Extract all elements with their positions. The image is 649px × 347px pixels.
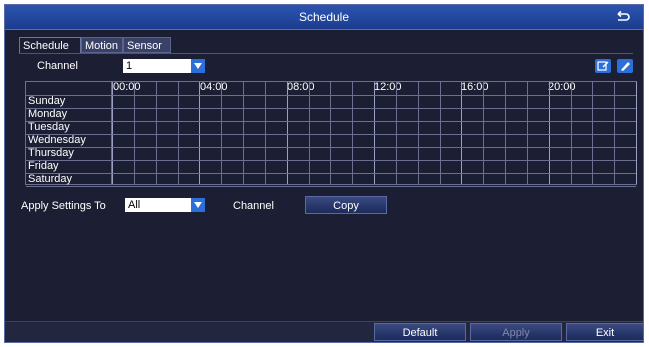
channel-select-value: 1 bbox=[126, 60, 133, 72]
grid-column-line bbox=[526, 82, 528, 184]
grid-row-line bbox=[26, 173, 636, 174]
day-label-tuesday: Tuesday bbox=[28, 121, 70, 133]
grid-row-line bbox=[26, 134, 636, 135]
day-label-wednesday: Wednesday bbox=[28, 134, 86, 146]
copy-button[interactable]: Copy bbox=[305, 196, 387, 214]
grid-row-line bbox=[26, 108, 636, 109]
day-label-friday: Friday bbox=[28, 160, 59, 172]
grid-column-line bbox=[483, 82, 485, 184]
grid-column-line bbox=[570, 82, 572, 184]
grid-column-line bbox=[112, 82, 113, 184]
grid-column-line bbox=[330, 82, 332, 184]
channel-label: Channel bbox=[37, 60, 78, 72]
grid-column-line bbox=[636, 82, 637, 184]
grid-row-line bbox=[26, 121, 636, 122]
apply-settings-value: All bbox=[128, 199, 141, 211]
copy-channel-label: Channel bbox=[233, 200, 274, 212]
grid-column-line bbox=[177, 82, 179, 184]
grid-column-line bbox=[417, 82, 419, 184]
apply-button[interactable]: Apply bbox=[470, 323, 562, 341]
day-label-monday: Monday bbox=[28, 108, 68, 120]
day-label-saturday: Saturday bbox=[28, 173, 73, 185]
grid-column-line bbox=[548, 82, 550, 184]
grid-row-line bbox=[26, 160, 636, 161]
schedule-grid[interactable]: 00:00 04:00 08:00 12:00 16:00 20:00 Sund… bbox=[25, 81, 637, 187]
grid-column-line bbox=[592, 82, 594, 184]
grid-column-line bbox=[308, 82, 310, 184]
window-title: Schedule bbox=[298, 10, 350, 24]
tab-sensor[interactable]: Sensor bbox=[123, 37, 171, 53]
grid-row-line bbox=[26, 186, 636, 187]
footer-bar: Default Apply Exit bbox=[5, 321, 643, 342]
chevron-down-icon bbox=[191, 59, 205, 73]
grid-column-line bbox=[439, 82, 441, 184]
schedule-cells[interactable] bbox=[112, 82, 637, 184]
grid-column-line bbox=[461, 82, 463, 184]
grid-column-line bbox=[395, 82, 397, 184]
tab-motion[interactable]: Motion bbox=[81, 37, 123, 53]
day-label-thursday: Thursday bbox=[28, 147, 74, 159]
grid-column-line bbox=[505, 82, 506, 184]
apply-settings-select[interactable]: All bbox=[125, 198, 205, 212]
grid-column-line bbox=[614, 82, 616, 184]
grid-column-line bbox=[286, 82, 288, 184]
grid-column-line bbox=[221, 82, 223, 184]
grid-column-line bbox=[243, 82, 244, 184]
grid-column-line bbox=[199, 82, 201, 184]
tab-schedule[interactable]: Schedule bbox=[19, 37, 81, 53]
title-bar: Schedule bbox=[5, 5, 643, 30]
grid-row-line bbox=[26, 95, 636, 96]
exit-button[interactable]: Exit bbox=[566, 323, 643, 341]
grid-column-line bbox=[133, 82, 135, 184]
default-button[interactable]: Default bbox=[374, 323, 466, 341]
eraser-icon[interactable] bbox=[617, 59, 633, 73]
edit-icon[interactable] bbox=[595, 59, 611, 73]
grid-column-line bbox=[352, 82, 354, 184]
chevron-down-icon bbox=[191, 198, 205, 212]
grid-column-line bbox=[264, 82, 266, 184]
schedule-window: Schedule Schedule Motion Sensor Channel … bbox=[4, 4, 644, 343]
grid-column-line bbox=[155, 82, 157, 184]
grid-row-line bbox=[26, 147, 636, 148]
back-icon[interactable] bbox=[615, 10, 631, 24]
grid-column-line bbox=[374, 82, 375, 184]
apply-settings-label: Apply Settings To bbox=[21, 200, 106, 212]
day-label-sunday: Sunday bbox=[28, 95, 66, 107]
channel-select[interactable]: 1 bbox=[123, 59, 205, 73]
tab-divider bbox=[19, 53, 633, 54]
